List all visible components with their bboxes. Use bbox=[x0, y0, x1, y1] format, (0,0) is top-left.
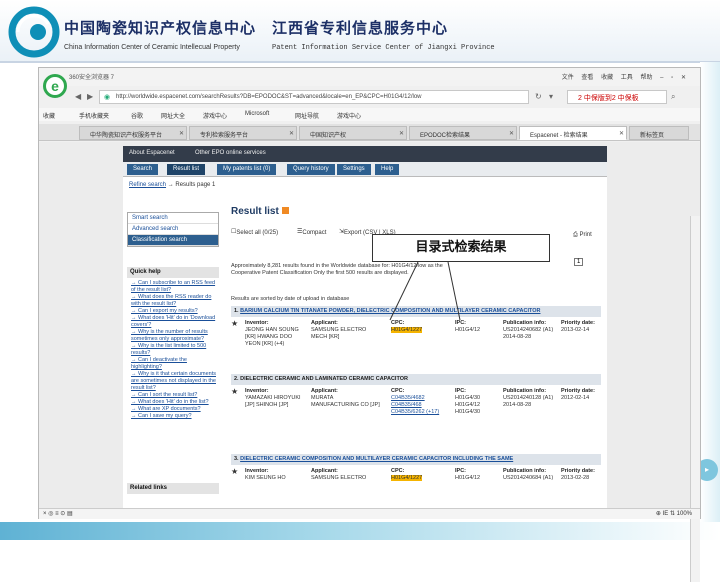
callout-label: 目录式检索结果 bbox=[372, 234, 550, 262]
callout-pointer bbox=[389, 261, 461, 321]
